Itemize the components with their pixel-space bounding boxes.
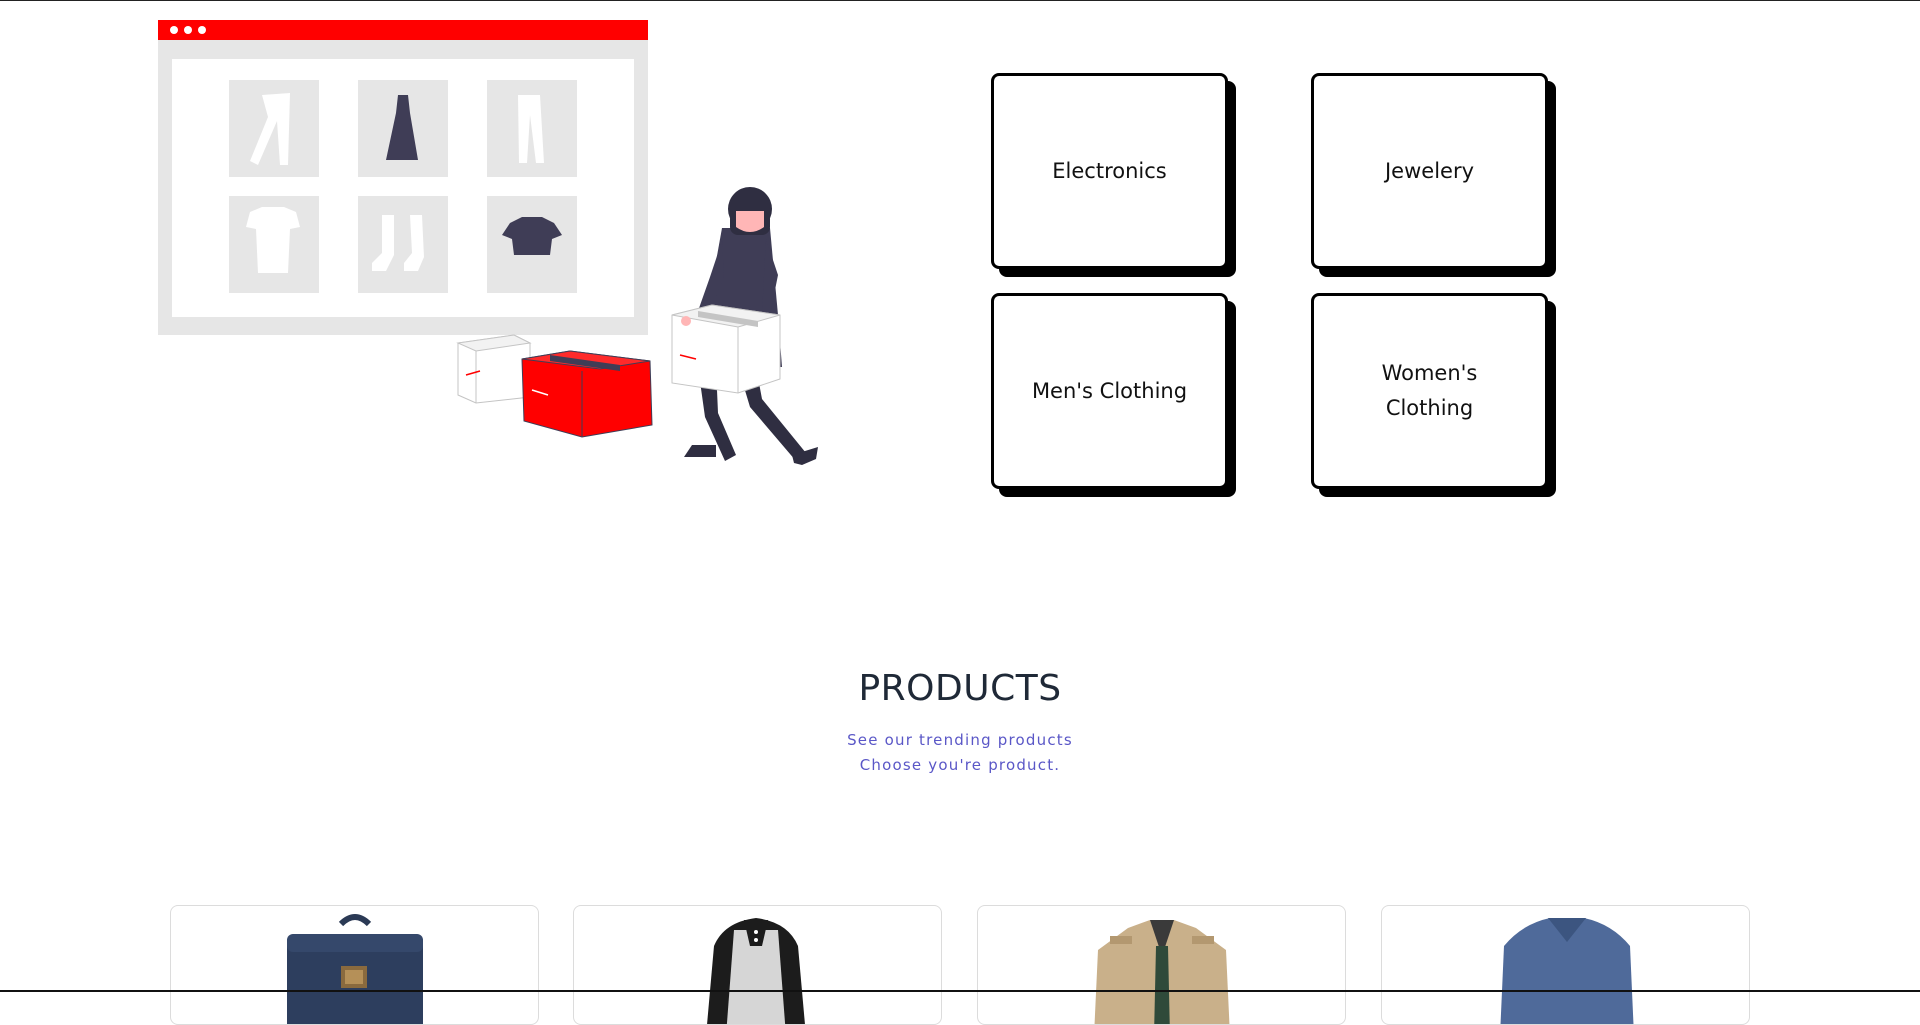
category-jewelery-card[interactable]: Jewelery [1311, 73, 1548, 269]
category-jewelery-label: Jewelery [1384, 158, 1475, 183]
category-electronics-label: Electronics [1052, 158, 1167, 183]
products-subtitle-1: See our trending products [847, 731, 1073, 749]
product-card[interactable] [1381, 905, 1750, 1025]
product-card[interactable] [170, 905, 539, 1025]
woman-figure-graphic [671, 187, 818, 465]
shopping-hero-illustration [158, 20, 818, 465]
category-womens-clothing-card[interactable]: Women's Clothing [1311, 293, 1548, 489]
product-card[interactable] [573, 905, 942, 1025]
products-subtitle-2: Choose you're product. [859, 756, 1061, 774]
jacket-icon [1094, 920, 1230, 1024]
product-card[interactable] [977, 905, 1346, 1025]
category-womens-clothing-label: Women's Clothing [1381, 361, 1478, 420]
category-mens-clothing-label: Men's Clothing [1031, 378, 1188, 403]
category-mens-clothing-card[interactable]: Men's Clothing [991, 293, 1228, 489]
products-section-title: PRODUCTS [858, 668, 1062, 709]
sweater-icon [1500, 918, 1634, 1024]
raglan-shirt-icon [707, 918, 805, 1024]
category-electronics-card[interactable]: Electronics [991, 73, 1228, 269]
browser-window-graphic [158, 20, 648, 335]
top-border [0, 0, 1920, 1]
backpack-icon [287, 914, 423, 1024]
boxes-graphic [456, 334, 653, 438]
